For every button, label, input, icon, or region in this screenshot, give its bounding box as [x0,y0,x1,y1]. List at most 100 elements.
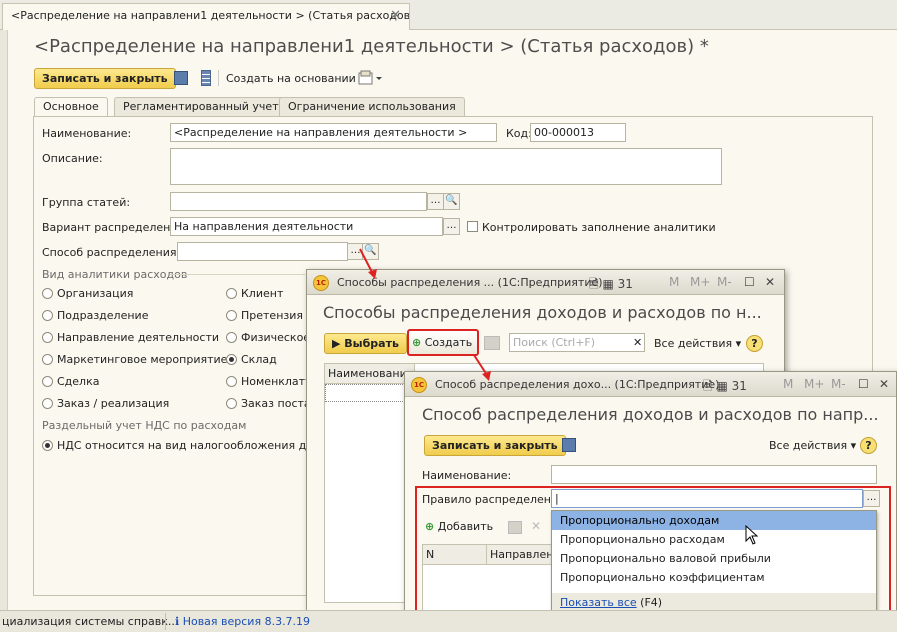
variant-field[interactable]: На направления деятельности [170,217,443,236]
radio-claim[interactable] [226,310,237,321]
dropdown-item[interactable]: Пропорционально коэффициентам [552,568,876,587]
save-icon[interactable] [562,438,576,452]
save-and-close-button[interactable]: Записать и закрыть [424,435,566,456]
radio-client[interactable] [226,288,237,299]
delete-icon[interactable]: ✕ [531,519,541,533]
all-actions-button[interactable]: Все действия ▾ [654,337,741,350]
save-icon[interactable] [174,71,188,85]
radio-label: Подразделение [57,309,149,322]
group-field[interactable] [170,192,427,211]
variant-select-button[interactable]: … [443,218,460,235]
method-field[interactable] [177,242,348,261]
print-icon-svg [358,70,382,85]
create-button[interactable]: ⊕ Создать [407,329,479,356]
red-arrow-icon [359,248,377,279]
dropdown-item[interactable]: Пропорционально доходам [552,511,876,530]
radio-deal[interactable] [42,376,53,387]
red-arrow-icon [473,354,491,381]
all-actions-button[interactable]: Все действия ▾ [769,439,856,452]
radio-label: Направление деятельности [57,331,220,344]
radio-organization[interactable] [42,288,53,299]
page-title: <Распределение на направлени1 деятельнос… [34,36,709,57]
close-window-icon[interactable]: ✕ [765,275,775,289]
select-button[interactable]: ▶ Выбрать [324,333,407,354]
column-header-direction[interactable]: Направлени [487,545,557,565]
variant-label: Вариант распределения: [42,221,188,234]
control-analytics-label: Контролировать заполнение аналитики [482,221,716,234]
dropdown-item[interactable]: Пропорционально расходам [552,530,876,549]
document-tab[interactable]: <Распределение на направлени1 деятельнос… [2,3,410,30]
radio-supplier-order[interactable] [226,398,237,409]
radio-label: Склад [241,353,277,366]
group-select-button[interactable]: … [427,193,444,210]
print-menu-icon[interactable] [358,70,384,86]
code-field[interactable]: 00-000013 [530,123,626,142]
rule-field[interactable]: | [551,489,863,508]
analytics-section-title: Вид аналитики расходов [42,268,188,281]
new-version-link[interactable]: ℹ Новая версия 8.3.7.19 [175,615,310,628]
radio-label: Номенклату [241,375,312,388]
save-and-close-button[interactable]: Записать и закрыть [34,68,176,89]
radio-department[interactable] [42,310,53,321]
radio-marketing[interactable] [42,354,53,365]
description-label: Описание: [42,152,103,165]
column-header-name[interactable]: Наименование [325,364,415,384]
column-header-n[interactable]: N [423,545,487,565]
radio-individual[interactable] [226,332,237,343]
win1-tool-icons[interactable]: 🗎 ▦ 31 [589,275,633,296]
maximize-icon[interactable]: ☐ [858,377,869,391]
clear-search-icon[interactable]: ✕ [633,336,642,349]
show-all-link[interactable]: Показать все [560,596,637,609]
add-button[interactable]: ⊕ Добавить [425,520,493,533]
radio-warehouse[interactable] [226,354,237,365]
toolbar-divider [218,70,219,86]
tab-usage-restriction[interactable]: Ограничение использования [279,97,465,116]
name-field[interactable] [551,465,877,484]
control-analytics-checkbox[interactable] [467,221,478,232]
help-icon[interactable]: ? [860,437,877,454]
window-heading: Способ распределения доходов и расходов … [422,405,879,424]
radio-label: Заказ поста [241,397,311,410]
mouse-cursor-icon [745,525,759,545]
radio-nomenclature[interactable] [226,376,237,387]
win2-tool-icons[interactable]: 🗎 ▦ 31 [703,377,747,398]
new-version-label: Новая версия 8.3.7.19 [182,615,311,628]
memory-button[interactable]: M [783,377,793,391]
radio-label: Сделка [57,375,100,388]
copy-icon[interactable] [508,521,522,534]
memory-minus-button[interactable]: M- [831,377,846,391]
name-field[interactable]: <Распределение на направления деятельнос… [170,123,497,142]
memory-minus-button[interactable]: M- [717,275,732,289]
memory-plus-button[interactable]: M+ [690,275,710,289]
left-panel-strip[interactable] [0,30,8,610]
close-window-icon[interactable]: ✕ [879,377,889,391]
dropdown-item[interactable]: Пропорционально валовой прибыли [552,549,876,568]
help-icon[interactable]: ? [746,335,763,352]
radio-order[interactable] [42,398,53,409]
maximize-icon[interactable]: ☐ [744,275,755,289]
rule-select-button[interactable]: … [863,490,880,507]
create-based-on-button[interactable]: Создать на основании ▾ [226,72,365,85]
name-label: Наименование: [42,127,132,140]
select-button-label: Выбрать [344,337,399,350]
radio-label: Физическое [241,331,311,344]
radio-label: Заказ / реализация [57,397,170,410]
description-field[interactable] [170,148,722,185]
document-tab-label: <Распределение на направлени1 деятельнос… [11,9,410,22]
document-list-icon[interactable] [201,70,211,86]
radio-label: Претензия к [241,309,314,322]
window-heading: Способы распределения доходов и расходов… [323,303,762,322]
group-search-icon[interactable]: 🔍 [443,193,460,210]
radio-direction[interactable] [42,332,53,343]
memory-plus-button[interactable]: M+ [804,377,824,391]
search-input[interactable]: Поиск (Ctrl+F) [509,333,645,352]
memory-button[interactable]: M [669,275,679,289]
copy-icon[interactable] [484,336,500,350]
table-row[interactable] [325,384,415,402]
name-label: Наименование: [422,469,512,482]
radio-vat[interactable] [42,440,53,451]
close-tab-icon[interactable]: ✕ [390,8,401,23]
tab-regulated-accounting[interactable]: Регламентированный учет [114,97,288,116]
radio-label: Маркетинговое мероприятие [57,353,228,366]
tab-main[interactable]: Основное [34,97,108,117]
